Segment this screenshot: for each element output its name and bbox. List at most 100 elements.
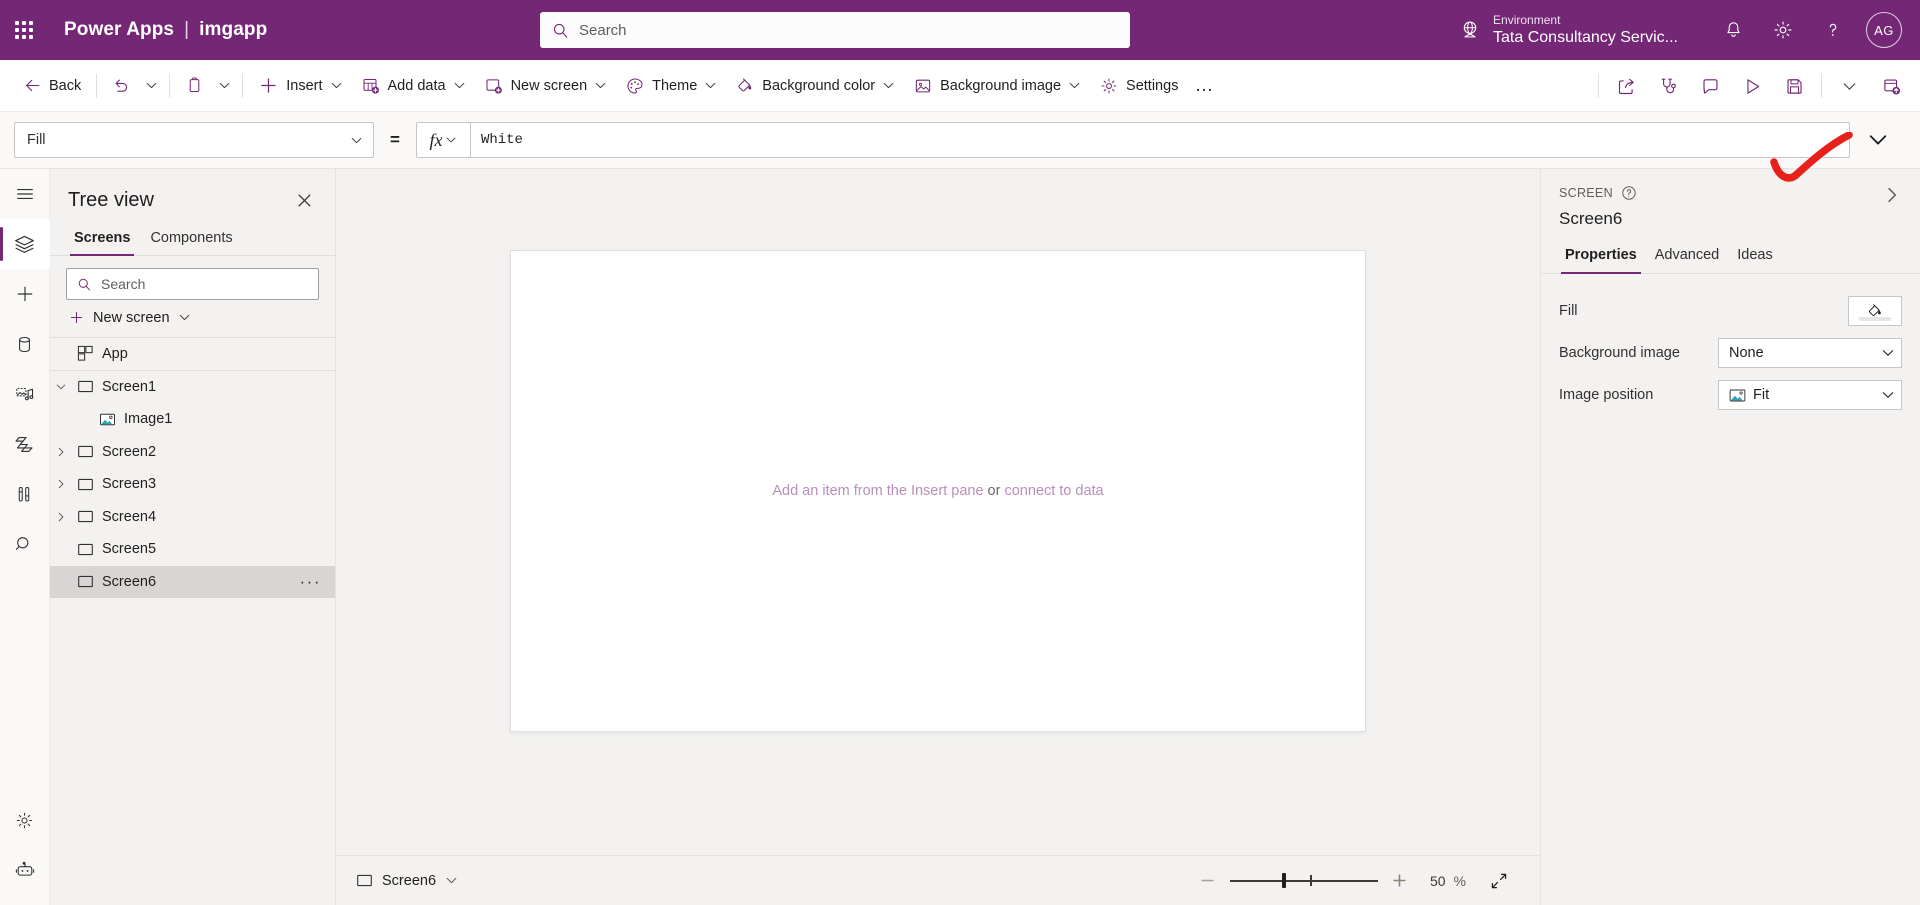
undo-dropdown[interactable] (140, 67, 163, 105)
app-name[interactable]: imgapp (199, 19, 267, 41)
tree-view-panel: Tree view Screens Components Search New … (50, 169, 336, 905)
property-selector[interactable]: Fill (14, 122, 374, 158)
share-icon[interactable] (1605, 66, 1647, 106)
new-screen-button[interactable]: New screen (475, 67, 617, 105)
publish-icon[interactable] (1870, 66, 1912, 106)
chevron-right-icon[interactable] (50, 478, 72, 490)
tree-view-tabs: Screens Components (50, 223, 335, 256)
studio-body: Tree view Screens Components Search New … (0, 169, 1920, 905)
environment-name[interactable]: Tata Consultancy Servic... (1493, 28, 1678, 48)
rail-search-icon[interactable] (0, 519, 50, 569)
settings-button[interactable]: Settings (1090, 67, 1187, 105)
chevron-right-icon[interactable] (50, 511, 72, 523)
tree-item-screen1[interactable]: Screen1 (50, 371, 335, 404)
image-position-dropdown[interactable]: Fit (1718, 380, 1902, 410)
insert-button[interactable]: Insert (249, 67, 351, 105)
tree-item-image1[interactable]: Image1 (50, 403, 335, 436)
tree-item-screen3[interactable]: Screen3 (50, 468, 335, 501)
environment-selector[interactable]: Environment Tata Consultancy Servic... (1459, 13, 1700, 48)
background-image-button[interactable]: Background image (904, 67, 1090, 105)
hamburger-menu-icon[interactable] (0, 169, 50, 219)
fx-button[interactable]: fx (415, 122, 470, 158)
background-image-dropdown[interactable]: None (1718, 338, 1902, 368)
screen-canvas[interactable]: Add an item from the Insert pane or conn… (511, 251, 1365, 731)
zoom-in-button[interactable] (1384, 865, 1416, 897)
comments-icon[interactable] (1689, 66, 1731, 106)
tab-properties[interactable]: Properties (1559, 243, 1643, 274)
canvas-hint-link[interactable]: connect to data (1004, 483, 1103, 499)
rail-insert-icon[interactable] (0, 269, 50, 319)
rail-settings-gear-icon[interactable] (0, 795, 50, 845)
zoom-slider-thumb[interactable] (1281, 873, 1286, 888)
background-color-button[interactable]: Background color (726, 67, 904, 105)
chevron-down-icon (594, 79, 607, 92)
tree-item-label: Screen6 (102, 573, 157, 590)
save-dropdown-chevron-icon[interactable] (1828, 66, 1870, 106)
notifications-bell-icon[interactable] (1708, 0, 1758, 60)
image-icon (94, 411, 120, 428)
zoom-slider[interactable] (1229, 870, 1378, 892)
brand-separator: | (184, 19, 190, 40)
command-bar-right (1592, 60, 1912, 112)
properties-panel: SCREEN Screen6 Properties Advanced Ideas… (1540, 169, 1920, 905)
rail-power-automate-icon[interactable] (0, 419, 50, 469)
waffle-menu-icon[interactable] (0, 0, 48, 60)
tree-view-header: Tree view (50, 169, 335, 223)
command-bar: Back Insert Add data New screen Theme Ba… (0, 60, 1920, 182)
rail-media-icon[interactable] (0, 369, 50, 419)
tree-item-app[interactable]: App (50, 338, 335, 371)
back-button[interactable]: Back (14, 67, 90, 105)
new-screen-tree-label: New screen (93, 309, 170, 326)
formula-input[interactable]: White (469, 122, 1850, 158)
tree-search-input[interactable]: Search (66, 268, 319, 300)
fill-color-picker-button[interactable] (1848, 296, 1902, 326)
tree-item-screen2[interactable]: Screen2 (50, 436, 335, 469)
tab-ideas[interactable]: Ideas (1731, 243, 1778, 273)
rail-data-icon[interactable] (0, 319, 50, 369)
tab-advanced[interactable]: Advanced (1649, 243, 1726, 273)
chevron-down-icon[interactable] (50, 381, 72, 393)
canvas-scroll: Add an item from the Insert pane or conn… (336, 169, 1540, 855)
global-search[interactable]: Search (540, 12, 1130, 48)
tree-item-screen6[interactable]: Screen6 ··· (50, 565, 335, 599)
fit-to-screen-icon[interactable] (1480, 865, 1518, 897)
formula-expand-chevron-icon[interactable] (1850, 130, 1906, 150)
preview-play-icon[interactable] (1731, 66, 1773, 106)
search-box[interactable]: Search (540, 12, 1130, 48)
settings-gear-icon[interactable] (1758, 0, 1808, 60)
zoom-out-button[interactable] (1192, 865, 1224, 897)
help-icon[interactable] (1808, 0, 1858, 60)
tab-components[interactable]: Components (142, 223, 240, 255)
avatar[interactable]: AG (1866, 12, 1902, 48)
chevron-down-icon (1881, 388, 1895, 402)
undo-button[interactable] (103, 67, 140, 105)
collapse-panel-chevron-right-icon[interactable] (1878, 181, 1906, 209)
chevron-right-icon[interactable] (50, 446, 72, 458)
tree-item-label: Screen5 (102, 541, 157, 558)
back-label: Back (49, 77, 82, 94)
tab-screens[interactable]: Screens (66, 223, 138, 256)
add-data-button[interactable]: Add data (352, 67, 475, 105)
status-screen-name: Screen6 (382, 872, 437, 889)
brand-name[interactable]: Power Apps (64, 19, 174, 41)
rail-copilot-robot-icon[interactable] (0, 845, 50, 895)
help-circle-icon[interactable] (1621, 185, 1637, 201)
rail-tree-view-icon[interactable] (0, 219, 50, 269)
more-commands-button[interactable]: … (1187, 67, 1221, 105)
paste-button[interactable] (176, 67, 213, 105)
tree-item-screen4[interactable]: Screen4 (50, 501, 335, 534)
tree-item-screen5[interactable]: Screen5 (50, 533, 335, 566)
rail-variables-icon[interactable] (0, 469, 50, 519)
status-screen-selector[interactable]: Screen6 (356, 872, 458, 889)
paste-dropdown[interactable] (213, 67, 236, 105)
chevron-down-icon (145, 79, 158, 92)
new-screen-button-tree[interactable]: New screen (50, 300, 335, 338)
search-icon (77, 277, 92, 292)
environment-label: Environment (1493, 12, 1561, 27)
tree-search-row: Search (50, 256, 335, 300)
app-checker-stethoscope-icon[interactable] (1647, 66, 1689, 106)
theme-button[interactable]: Theme (616, 67, 726, 105)
tree-item-context-menu-button[interactable]: ··· (300, 566, 321, 599)
close-icon[interactable] (291, 187, 317, 213)
save-icon[interactable] (1773, 66, 1815, 106)
